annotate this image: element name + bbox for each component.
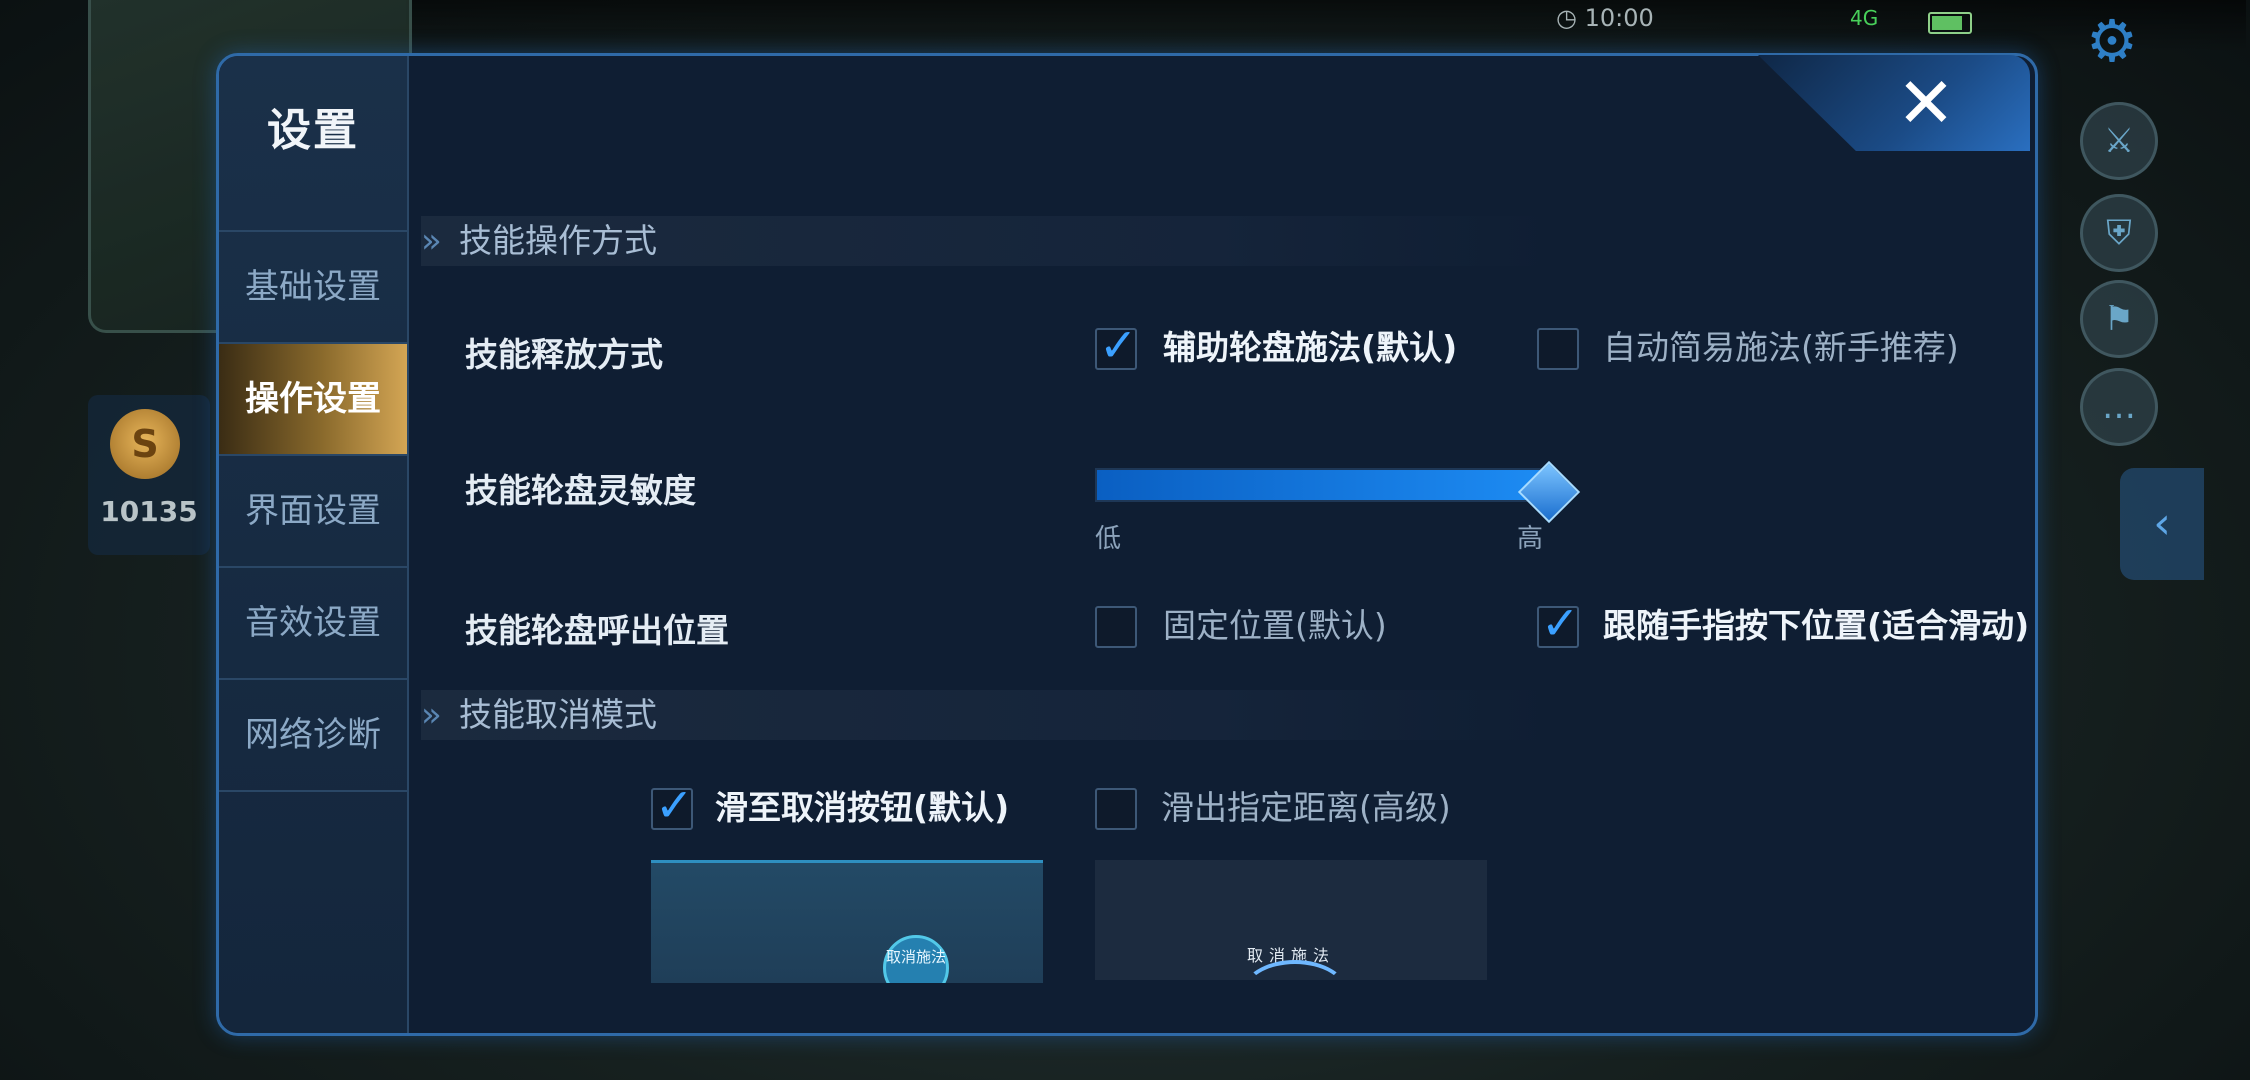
clock-text: 10:00: [1584, 4, 1654, 32]
cast-mode-label: 技能释放方式: [465, 335, 663, 374]
checkbox-slide-to-cancel[interactable]: ✓: [651, 780, 694, 830]
checkmark-icon: ✓: [655, 778, 694, 832]
nav-network-diagnosis[interactable]: 网络诊断: [219, 678, 407, 792]
checkbox-follow-finger[interactable]: ✓: [1537, 598, 1580, 648]
sensitivity-slider[interactable]: [1095, 468, 1553, 502]
gear-icon[interactable]: ⚙: [2086, 10, 2148, 72]
section-header-skill-operation: » 技能操作方式: [421, 216, 1551, 266]
checkbox-slide-distance[interactable]: [1095, 788, 1137, 830]
battery-icon: [1928, 12, 1972, 34]
section-header-skill-cancel: » 技能取消模式: [421, 690, 1551, 740]
money-bag-icon: S: [110, 409, 180, 479]
settings-content: » 技能操作方式 技能释放方式 ✓ 辅助轮盘施法(默认) 自动简易施法(新手推荐…: [407, 56, 2032, 1033]
preview-slide-distance[interactable]: 取消施法: [1095, 860, 1487, 980]
nav-sound-settings[interactable]: 音效设置: [219, 566, 407, 678]
nav-interface-settings[interactable]: 界面设置: [219, 454, 407, 566]
chevron-right-icon: »: [421, 221, 442, 261]
slider-max-label: 高: [1517, 524, 1544, 554]
checkmark-icon: ✓: [1541, 596, 1580, 650]
checkmark-icon: ✓: [1099, 318, 1138, 372]
preview-slide-to-cancel[interactable]: 取消施法: [651, 860, 1043, 983]
option-slide-distance[interactable]: 滑出指定距离(高级): [1161, 788, 1451, 828]
network-indicator: 4G: [1850, 6, 1879, 30]
sensitivity-label: 技能轮盘灵敏度: [465, 471, 696, 510]
option-follow-finger[interactable]: 跟随手指按下位置(适合滑动): [1603, 606, 2029, 646]
nav-basic-settings[interactable]: 基础设置: [219, 230, 407, 342]
collapse-arrow-icon[interactable]: ‹: [2120, 468, 2204, 580]
panel-title: 设置: [267, 105, 359, 156]
settings-panel: 设置 基础设置 操作设置 界面设置 音效设置 网络诊断 » 技能操作方式 技能释…: [216, 53, 2038, 1036]
option-assist-wheel[interactable]: 辅助轮盘施法(默认): [1163, 328, 1457, 368]
shield-icon[interactable]: ⛨: [2080, 194, 2158, 272]
section-title: 技能取消模式: [459, 695, 657, 734]
cancel-cast-button-preview: 取消施法: [883, 935, 949, 983]
option-fixed-position[interactable]: 固定位置(默认): [1163, 606, 1387, 646]
status-clock: ◷ 10:00: [1556, 4, 1654, 32]
checkbox-auto-simple-cast[interactable]: [1537, 328, 1579, 370]
checkbox-assist-wheel[interactable]: ✓: [1095, 320, 1138, 370]
nav-operation-settings[interactable]: 操作设置: [219, 342, 407, 454]
chevron-right-icon: »: [421, 695, 442, 735]
close-button[interactable]: ✕: [1758, 55, 2030, 151]
option-auto-simple-cast[interactable]: 自动简易施法(新手推荐): [1603, 328, 1959, 368]
chat-icon[interactable]: …: [2080, 368, 2158, 446]
slider-min-label: 低: [1095, 524, 1122, 554]
gold-amount: 10135: [100, 495, 198, 528]
slider-fill: [1097, 470, 1551, 500]
option-slide-to-cancel[interactable]: 滑至取消按钮(默认): [715, 788, 1009, 828]
close-icon: ✕: [1896, 62, 1956, 144]
settings-sidebar: 设置 基础设置 操作设置 界面设置 音效设置 网络诊断: [219, 56, 409, 1033]
gold-panel[interactable]: S 10135: [88, 395, 210, 555]
sword-icon[interactable]: ⚔: [2080, 102, 2158, 180]
section-title: 技能操作方式: [459, 221, 657, 260]
checkbox-fixed-position[interactable]: [1095, 606, 1137, 648]
wheel-position-label: 技能轮盘呼出位置: [465, 611, 729, 650]
flag-icon[interactable]: ⚑: [2080, 280, 2158, 358]
